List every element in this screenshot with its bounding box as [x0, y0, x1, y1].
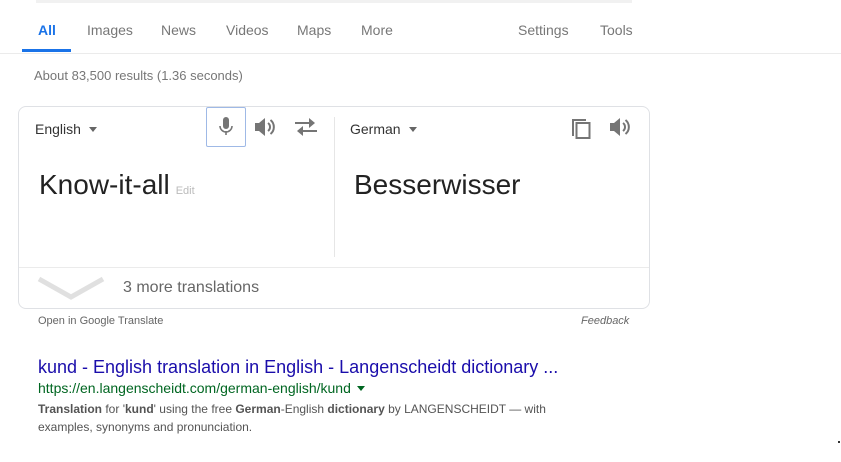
source-text-value: Know-it-all [39, 169, 170, 200]
snippet-bold: German [235, 402, 281, 416]
chevron-down-icon [37, 276, 105, 300]
chevron-down-icon [88, 126, 97, 132]
tab-more[interactable]: More [361, 22, 393, 38]
stray-dot [838, 441, 840, 443]
card-divider [19, 267, 649, 268]
tab-all[interactable]: All [38, 22, 56, 38]
result-title-link[interactable]: kund - English translation in English - … [38, 357, 558, 378]
microphone-icon [219, 117, 233, 135]
snippet-bold: dictionary [327, 402, 385, 416]
source-language-label: English [35, 121, 81, 137]
chevron-down-icon [408, 126, 417, 132]
source-speaker-button[interactable] [246, 107, 286, 147]
snippet-bold: kund [124, 402, 154, 416]
copy-button[interactable] [561, 107, 601, 147]
open-in-translate-link[interactable]: Open in Google Translate [38, 315, 163, 327]
tab-news[interactable]: News [161, 22, 196, 38]
result-url-text: https://en.langenscheidt.com/german-engl… [38, 380, 351, 396]
result-snippet: Translation for 'kund' using the free Ge… [38, 400, 598, 436]
result-stats: About 83,500 results (1.36 seconds) [34, 68, 243, 83]
translated-text: Besserwisser [354, 169, 521, 200]
copy-icon [572, 119, 591, 139]
tab-images[interactable]: Images [87, 22, 133, 38]
target-language-select[interactable]: German [350, 121, 417, 137]
feedback-link[interactable]: Feedback [581, 315, 629, 327]
active-tab-indicator [22, 49, 71, 52]
tab-settings[interactable]: Settings [518, 22, 569, 38]
swap-arrows-icon [295, 118, 317, 136]
source-language-select[interactable]: English [35, 121, 97, 137]
snippet-text: for ' [102, 402, 125, 416]
translate-card: English German Know-it-all Edit Besserwi… [18, 106, 650, 309]
source-text: Know-it-all Edit [39, 169, 195, 201]
target-speaker-button[interactable] [601, 107, 641, 147]
snippet-bold: Translation [38, 402, 103, 416]
snippet-text: ' using the free [153, 402, 236, 416]
speaker-icon [610, 118, 630, 136]
tab-tools[interactable]: Tools [600, 22, 633, 38]
search-tabs: All Images News Videos Maps More Setting… [0, 0, 841, 54]
target-language-label: German [350, 121, 401, 137]
more-translations-toggle[interactable] [37, 275, 105, 306]
tab-maps[interactable]: Maps [297, 22, 331, 38]
snippet-text: -English [280, 402, 328, 416]
tab-videos[interactable]: Videos [226, 22, 269, 38]
speaker-icon [255, 118, 275, 136]
caret-down-icon[interactable] [356, 385, 365, 391]
microphone-button[interactable] [206, 107, 246, 147]
more-translations-label[interactable]: 3 more translations [123, 279, 259, 297]
result-url: https://en.langenscheidt.com/german-engl… [38, 380, 365, 396]
pane-divider [334, 117, 335, 257]
edit-link[interactable]: Edit [176, 185, 195, 197]
swap-languages-button[interactable] [286, 107, 326, 147]
